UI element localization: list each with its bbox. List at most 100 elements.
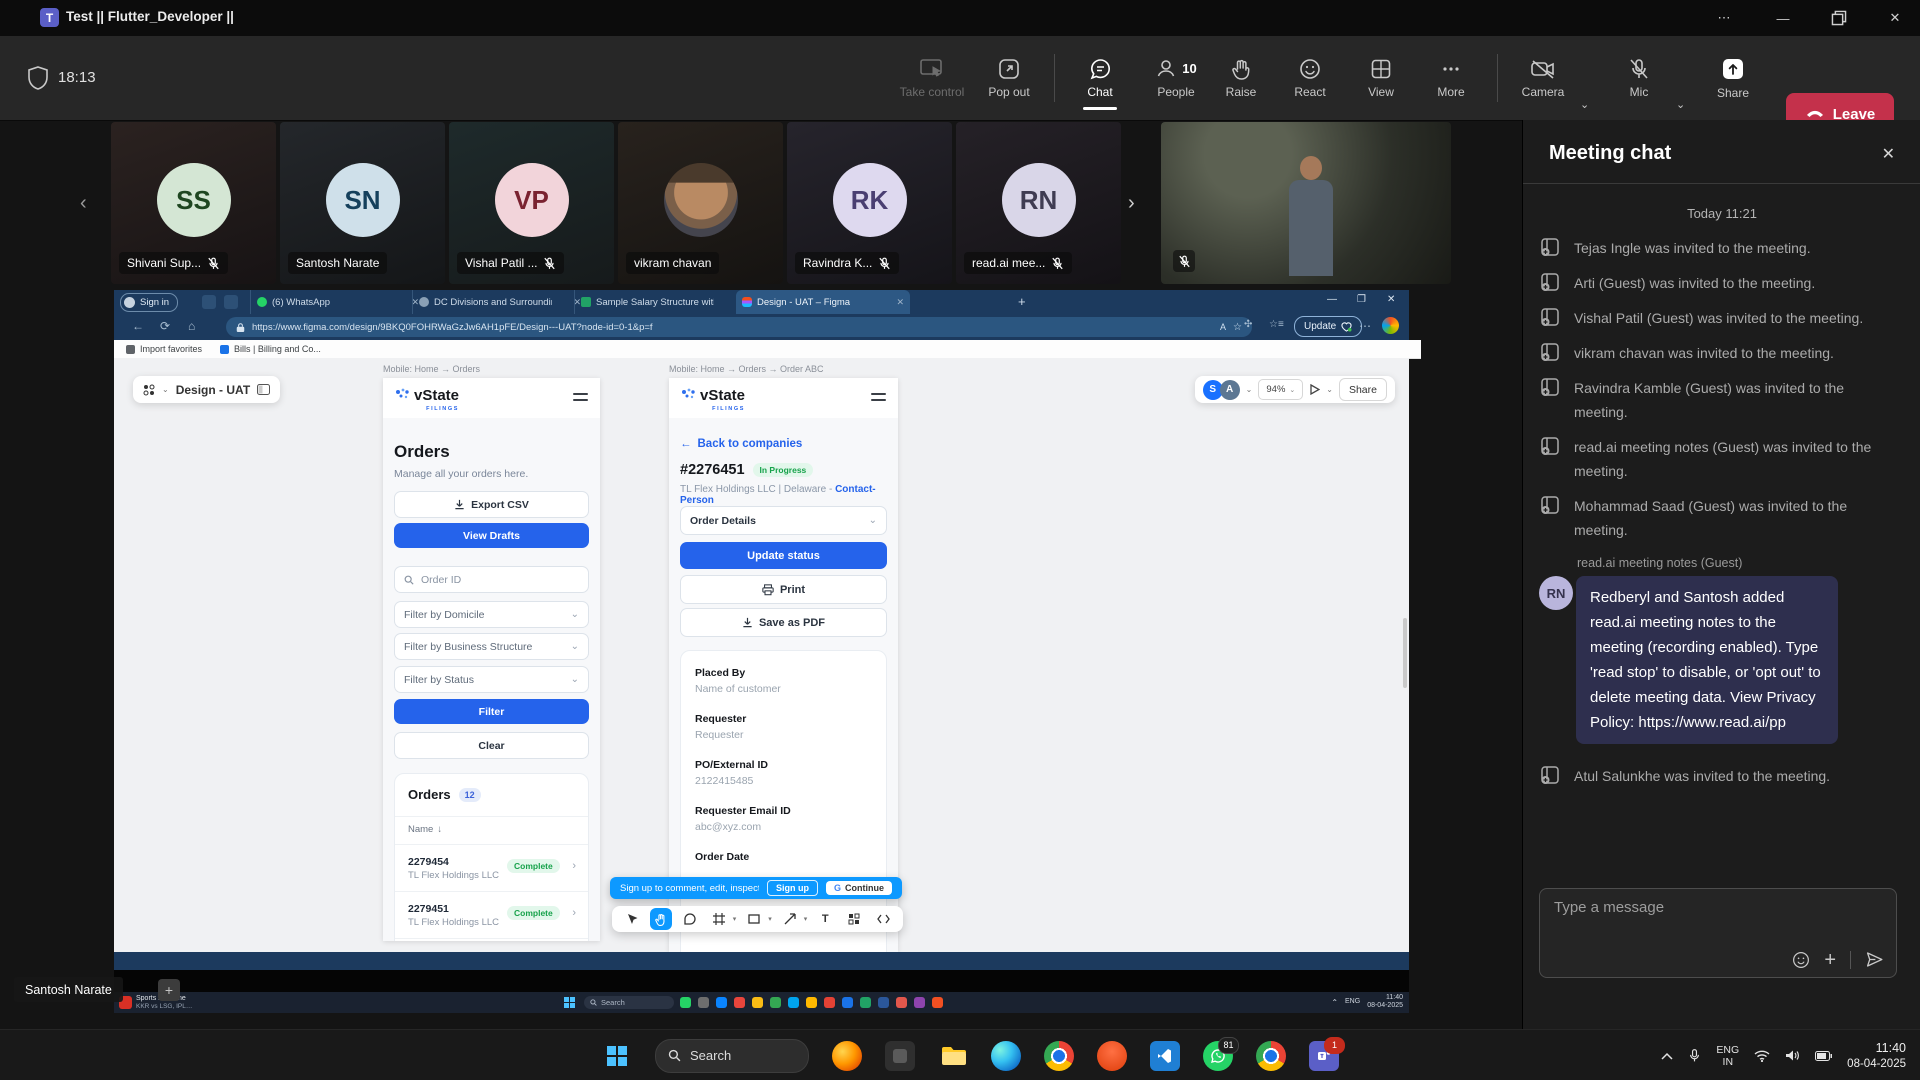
shape-tool-icon[interactable]: [743, 908, 765, 930]
back-link[interactable]: ←Back to companies: [680, 438, 802, 450]
google-continue-button[interactable]: G Continue: [826, 881, 892, 895]
participant-tile[interactable]: RK Ravindra K...: [787, 122, 952, 284]
chevron-down-icon[interactable]: ▾: [733, 915, 737, 923]
teams-icon[interactable]: 1: [1309, 1041, 1339, 1071]
close-chat-icon[interactable]: ✕: [1882, 144, 1895, 164]
app-icon[interactable]: [860, 997, 871, 1008]
share-overlay-plus-icon[interactable]: +: [158, 979, 180, 1001]
hamburger-menu-icon[interactable]: [871, 393, 886, 405]
chevron-down-icon[interactable]: ⌄: [1246, 385, 1253, 394]
app-icon[interactable]: [716, 997, 727, 1008]
sign-up-button[interactable]: Sign up: [767, 880, 818, 896]
attach-plus-icon[interactable]: +: [1824, 951, 1836, 969]
message-compose-box[interactable]: +: [1539, 888, 1897, 978]
tab-actions-icon[interactable]: [224, 295, 238, 309]
move-tool-icon[interactable]: [621, 908, 643, 930]
app-icon[interactable]: [878, 997, 889, 1008]
back-icon[interactable]: ←: [132, 319, 144, 333]
close-tab-icon[interactable]: ✕: [896, 297, 904, 308]
participant-tile[interactable]: SS Shivani Sup...: [111, 122, 276, 284]
new-tab-icon[interactable]: +: [1018, 294, 1026, 309]
send-icon[interactable]: [1865, 950, 1884, 969]
app-icon[interactable]: [914, 997, 925, 1008]
scroll-right-icon[interactable]: ›: [1128, 192, 1135, 215]
whatsapp-icon[interactable]: 81: [1203, 1041, 1233, 1071]
vscode-icon[interactable]: [1150, 1041, 1180, 1071]
app-icon[interactable]: [734, 997, 745, 1008]
browser-minimize-icon[interactable]: —: [1327, 294, 1337, 305]
favorite-star-icon[interactable]: ☆: [1233, 322, 1242, 333]
filter-domicile-dropdown[interactable]: Filter by Domicile⌄: [394, 601, 589, 628]
layout-panel-icon[interactable]: [257, 384, 270, 395]
app-icon[interactable]: [698, 997, 709, 1008]
app-icon[interactable]: [680, 997, 691, 1008]
app-icon[interactable]: [932, 997, 943, 1008]
extensions-icon[interactable]: ✣: [1244, 319, 1252, 330]
file-explorer-icon[interactable]: [938, 1041, 968, 1071]
mic-options-chevron-icon[interactable]: ⌄: [1676, 98, 1685, 111]
take-control-button[interactable]: Take control: [899, 44, 965, 112]
home-icon[interactable]: ⌂: [188, 319, 195, 333]
start-icon[interactable]: [564, 997, 575, 1008]
mic-in-use-icon[interactable]: [1688, 1047, 1701, 1064]
clear-button[interactable]: Clear: [394, 732, 589, 759]
copilot-icon[interactable]: [1382, 317, 1399, 334]
people-button[interactable]: 10 People: [1138, 44, 1214, 112]
maximize-button[interactable]: [1816, 0, 1862, 36]
minimize-button[interactable]: —: [1760, 0, 1806, 36]
save-as-pdf-button[interactable]: Save as PDF: [680, 608, 887, 637]
order-id-search[interactable]: Order ID: [394, 566, 589, 593]
start-button[interactable]: [602, 1041, 632, 1071]
shared-search-box[interactable]: Search: [584, 996, 674, 1009]
workspaces-icon[interactable]: [202, 295, 216, 309]
dev-mode-icon[interactable]: [872, 908, 894, 930]
components-tool-icon[interactable]: [843, 908, 865, 930]
chat-button[interactable]: Chat: [1067, 44, 1133, 112]
battery-icon[interactable]: [1815, 1051, 1832, 1061]
participant-tile[interactable]: vikram chavan: [618, 122, 783, 284]
language-indicator[interactable]: ENG IN: [1716, 1044, 1739, 1068]
participant-tile[interactable]: RN read.ai mee...: [956, 122, 1121, 284]
chrome-icon[interactable]: [1044, 1041, 1074, 1071]
tab-figma-active[interactable]: Design - UAT – Figma✕: [736, 290, 910, 314]
app-icon[interactable]: [788, 997, 799, 1008]
url-field[interactable]: https://www.figma.com/design/9BKQ0FOHRWa…: [226, 317, 1252, 337]
comment-tool-icon[interactable]: [679, 908, 701, 930]
refresh-icon[interactable]: ⟳: [160, 319, 170, 333]
volume-icon[interactable]: [1785, 1049, 1800, 1062]
news-widget[interactable]: Sports Headline KKR vs LSG, IPL…: [119, 995, 192, 1010]
emoji-icon[interactable]: [1792, 951, 1810, 969]
pop-out-button[interactable]: Pop out: [976, 44, 1042, 112]
mic-button[interactable]: Mic: [1606, 44, 1672, 112]
window-more-options-icon[interactable]: ⋯: [1701, 0, 1747, 36]
browser-restore-icon[interactable]: ❐: [1357, 294, 1366, 305]
dark-app-icon[interactable]: [885, 1041, 915, 1071]
chevron-down-icon[interactable]: ▾: [804, 915, 808, 923]
shared-system-tray[interactable]: ⌃ ENG 11:40 08-04-2025: [1331, 994, 1403, 1010]
pinned-participant-tile[interactable]: [1161, 122, 1451, 284]
export-csv-button[interactable]: Export CSV: [394, 491, 589, 518]
scroll-left-icon[interactable]: ‹: [80, 192, 87, 215]
hidden-icons-chevron-icon[interactable]: [1661, 1052, 1673, 1060]
column-header-name[interactable]: Name↓: [408, 824, 442, 835]
browser-menu-icon[interactable]: ⋯: [1359, 319, 1371, 333]
frame-label[interactable]: Mobile: Home → Orders: [383, 364, 480, 374]
connector-tool-icon[interactable]: [779, 908, 801, 930]
app-icon[interactable]: [842, 997, 853, 1008]
app-icon[interactable]: [824, 997, 835, 1008]
tab-excel-sheet[interactable]: Sample Salary Structure with calc✕: [574, 290, 749, 314]
chevron-down-icon[interactable]: ▾: [768, 915, 772, 923]
hamburger-menu-icon[interactable]: [573, 393, 588, 405]
collaborator-avatar[interactable]: A: [1220, 380, 1240, 400]
tray-expand-icon[interactable]: ⌃: [1331, 998, 1338, 1007]
app-icon[interactable]: [752, 997, 763, 1008]
tab-dc-divisions[interactable]: DC Divisions and Surroundings✕: [412, 290, 587, 314]
camera-options-chevron-icon[interactable]: ⌄: [1580, 98, 1589, 111]
clock[interactable]: 11:40 08-04-2025: [1847, 1040, 1906, 1072]
figma-file-menu[interactable]: ⌄ Design - UAT: [133, 376, 280, 403]
browser-sign-in-button[interactable]: Sign in: [120, 293, 178, 312]
browser-update-button[interactable]: Update: [1294, 316, 1362, 337]
wifi-icon[interactable]: [1754, 1050, 1770, 1062]
zoom-control[interactable]: 94%⌄: [1258, 379, 1303, 400]
edge-icon[interactable]: [991, 1041, 1021, 1071]
